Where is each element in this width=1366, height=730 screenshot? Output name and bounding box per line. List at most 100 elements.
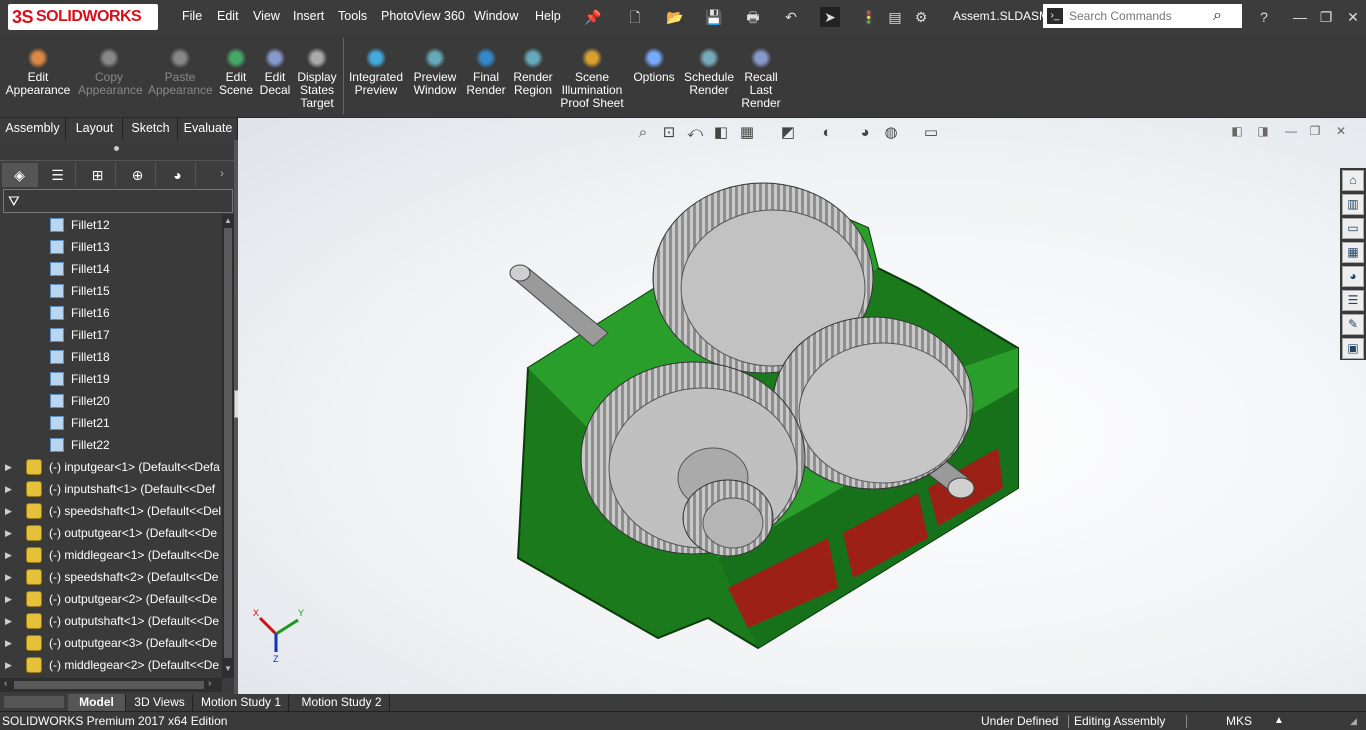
tree-filter[interactable]: ⛛ [3, 189, 233, 213]
ribbon-button-12[interactable]: Schedule Render [682, 48, 736, 97]
menu-item-edit[interactable]: Edit [217, 9, 239, 23]
tree-component-row[interactable]: ▶ (-) outputgear<3> (Default<<De [0, 632, 222, 654]
ribbon-button-7[interactable]: Preview Window [410, 48, 460, 97]
ribbon-button-6[interactable]: Integrated Preview [345, 48, 407, 97]
design-library-icon[interactable]: ▥ [1342, 194, 1364, 215]
menu-item-file[interactable]: File [182, 9, 202, 23]
menu-item-insert[interactable]: Insert [293, 9, 324, 23]
menu-item-window[interactable]: Window [474, 9, 518, 23]
appearances-scenes-icon[interactable]: ◕ [1342, 266, 1364, 287]
section-view-icon[interactable]: ◧ [711, 123, 731, 143]
expand-arrow-icon[interactable]: ▶ [5, 610, 12, 632]
menu-item-help[interactable]: Help [535, 9, 561, 23]
unit-menu-arrow-icon[interactable]: ▲ [1274, 712, 1284, 730]
menu-item-tools[interactable]: Tools [338, 9, 367, 23]
appearance-tab-icon[interactable]: ◕ [160, 163, 196, 187]
search-icon[interactable]: ⌕ [1213, 4, 1222, 28]
solidworks-logo[interactable]: 3S SOLIDWORKS [8, 4, 158, 30]
undo-icon[interactable]: ↶ [781, 7, 801, 27]
custom-properties-icon[interactable]: ☰ [1342, 290, 1364, 311]
configuration-manager-tab-icon[interactable]: ⊞ [80, 163, 116, 187]
search-commands-input[interactable]: ›_ Search Commands ⌕ [1043, 4, 1242, 28]
tree-feature-row[interactable]: Fillet13 [0, 236, 222, 258]
horizontal-scroll-thumb[interactable] [14, 681, 204, 689]
dimxpert-tab-icon[interactable]: ⊕ [120, 163, 156, 187]
print-icon[interactable]: 🖶 [743, 7, 763, 27]
tile-right-icon[interactable]: ◨ [1256, 124, 1270, 138]
ribbon-button-3[interactable]: Edit Scene [216, 48, 256, 97]
file-properties-icon[interactable]: ▤ [885, 7, 905, 27]
select-arrow-icon[interactable]: ➤ [820, 7, 840, 27]
ribbon-button-5[interactable]: Display States Target [296, 48, 338, 110]
gearbox-3d-model[interactable] [498, 158, 1038, 658]
tree-horizontal-scrollbar[interactable]: ‹ › [0, 678, 222, 692]
unit-system[interactable]: MKS [1226, 712, 1252, 730]
ribbon-button-9[interactable]: Render Region [510, 48, 556, 97]
expand-arrow-icon[interactable]: ▶ [5, 478, 12, 500]
save-icon[interactable]: 💾 [704, 7, 724, 27]
tab-evaluate[interactable]: Evaluate [179, 118, 238, 140]
ribbon-button-4[interactable]: Edit Decal [258, 48, 292, 97]
bottom-tab-3d-views[interactable]: 3D Views [127, 694, 193, 711]
view-palette-icon[interactable]: ▦ [1342, 242, 1364, 263]
tab-assembly[interactable]: Assembly [0, 118, 66, 140]
tree-feature-row[interactable]: Fillet17 [0, 324, 222, 346]
expand-arrow-icon[interactable]: ▶ [5, 500, 12, 522]
viewport-minimize-icon[interactable]: — [1284, 124, 1298, 138]
ribbon-button-0[interactable]: Edit Appearance [4, 48, 72, 97]
tile-left-icon[interactable]: ◧ [1230, 124, 1244, 138]
expand-arrow-icon[interactable]: ▶ [5, 632, 12, 654]
solidworks-resources-icon[interactable]: ⌂ [1342, 170, 1364, 191]
edit-appearance-icon[interactable]: ◕ [855, 123, 875, 143]
tree-feature-row[interactable]: Fillet19 [0, 368, 222, 390]
expand-arrow-icon[interactable]: ▶ [5, 566, 12, 588]
tree-feature-row[interactable]: Fillet22 [0, 434, 222, 456]
expand-arrow-icon[interactable]: ▶ [5, 456, 12, 478]
options-gear-icon[interactable]: ⚙ [911, 7, 931, 27]
view-orientation-icon[interactable]: ◩ [778, 123, 798, 143]
tree-feature-row[interactable]: Fillet20 [0, 390, 222, 412]
tab-sketch[interactable]: Sketch [124, 118, 178, 140]
tree-component-row[interactable]: ▶ (-) inputshaft<1> (Default<<Def [0, 478, 222, 500]
display-pane-icon[interactable]: ▣ [1342, 338, 1364, 359]
filter-icon[interactable]: ⛛ [8, 193, 20, 210]
tree-component-row[interactable]: ▶ (-) outputshaft<1> (Default<<De [0, 610, 222, 632]
bottom-tab-motion-study-2[interactable]: Motion Study 2 [294, 694, 390, 711]
tree-feature-row[interactable]: Fillet21 [0, 412, 222, 434]
tab-layout[interactable]: Layout [67, 118, 123, 140]
scroll-up-icon[interactable]: ▲ [224, 216, 232, 225]
chevron-right-icon[interactable]: › [220, 166, 224, 180]
tree-component-row[interactable]: ▶ (-) middlegear<1> (Default<<De [0, 544, 222, 566]
zoom-to-fit-icon[interactable]: ⌕ [633, 123, 653, 143]
pin-icon[interactable]: 📌 [583, 7, 603, 27]
display-style-icon[interactable]: ◐ [817, 123, 837, 143]
tree-component-row[interactable]: ▶ (-) outputgear<2> (Default<<De [0, 588, 222, 610]
tree-feature-row[interactable]: Fillet18 [0, 346, 222, 368]
viewport-close-icon[interactable]: ✕ [1334, 124, 1348, 138]
feature-tree-tab-icon[interactable]: ◈ [2, 163, 38, 187]
viewport-restore-icon[interactable]: ❐ [1308, 124, 1322, 138]
tree-feature-row[interactable]: Fillet12 [0, 214, 222, 236]
zoom-to-area-icon[interactable]: ⊡ [659, 123, 679, 143]
scroll-down-icon[interactable]: ▼ [224, 664, 232, 673]
dynamic-annotation-icon[interactable]: ▦ [737, 123, 757, 143]
file-explorer-icon[interactable]: ▭ [1342, 218, 1364, 239]
bottom-tab-motion-study-1[interactable]: Motion Study 1 [194, 694, 289, 711]
ribbon-button-2[interactable]: Paste Appearance [148, 48, 213, 97]
rebuild-icon[interactable]: 🚦 [859, 7, 879, 27]
tree-vertical-scrollbar[interactable]: ▲ ▼ [222, 214, 234, 678]
graphics-area[interactable]: ⌕ ⊡ ⤺ ◧ ▦ ◩ ◐ ◕ ◍ ▭ ◧ ◨ — ❐ ✕ X Y Z [238, 118, 1366, 694]
apply-scene-icon[interactable]: ◍ [881, 123, 901, 143]
new-document-icon[interactable]: 🗋 [625, 7, 645, 27]
menu-item-view[interactable]: View [253, 9, 280, 23]
bottom-tab-model[interactable]: Model [68, 694, 126, 711]
tree-feature-row[interactable]: Fillet16 [0, 302, 222, 324]
ribbon-button-1[interactable]: Copy Appearance [78, 48, 143, 97]
minimize-window-icon[interactable]: — [1290, 7, 1310, 27]
tree-component-row[interactable]: ▶ (-) middlegear<2> (Default<<De [0, 654, 222, 676]
tree-component-row[interactable]: ▶ (-) speedshaft<1> (Default<<Del [0, 500, 222, 522]
tree-component-row[interactable]: ▶ (-) outputgear<1> (Default<<De [0, 522, 222, 544]
tree-feature-row[interactable]: Fillet14 [0, 258, 222, 280]
expand-arrow-icon[interactable]: ▶ [5, 654, 12, 676]
expand-arrow-icon[interactable]: ▶ [5, 522, 12, 544]
